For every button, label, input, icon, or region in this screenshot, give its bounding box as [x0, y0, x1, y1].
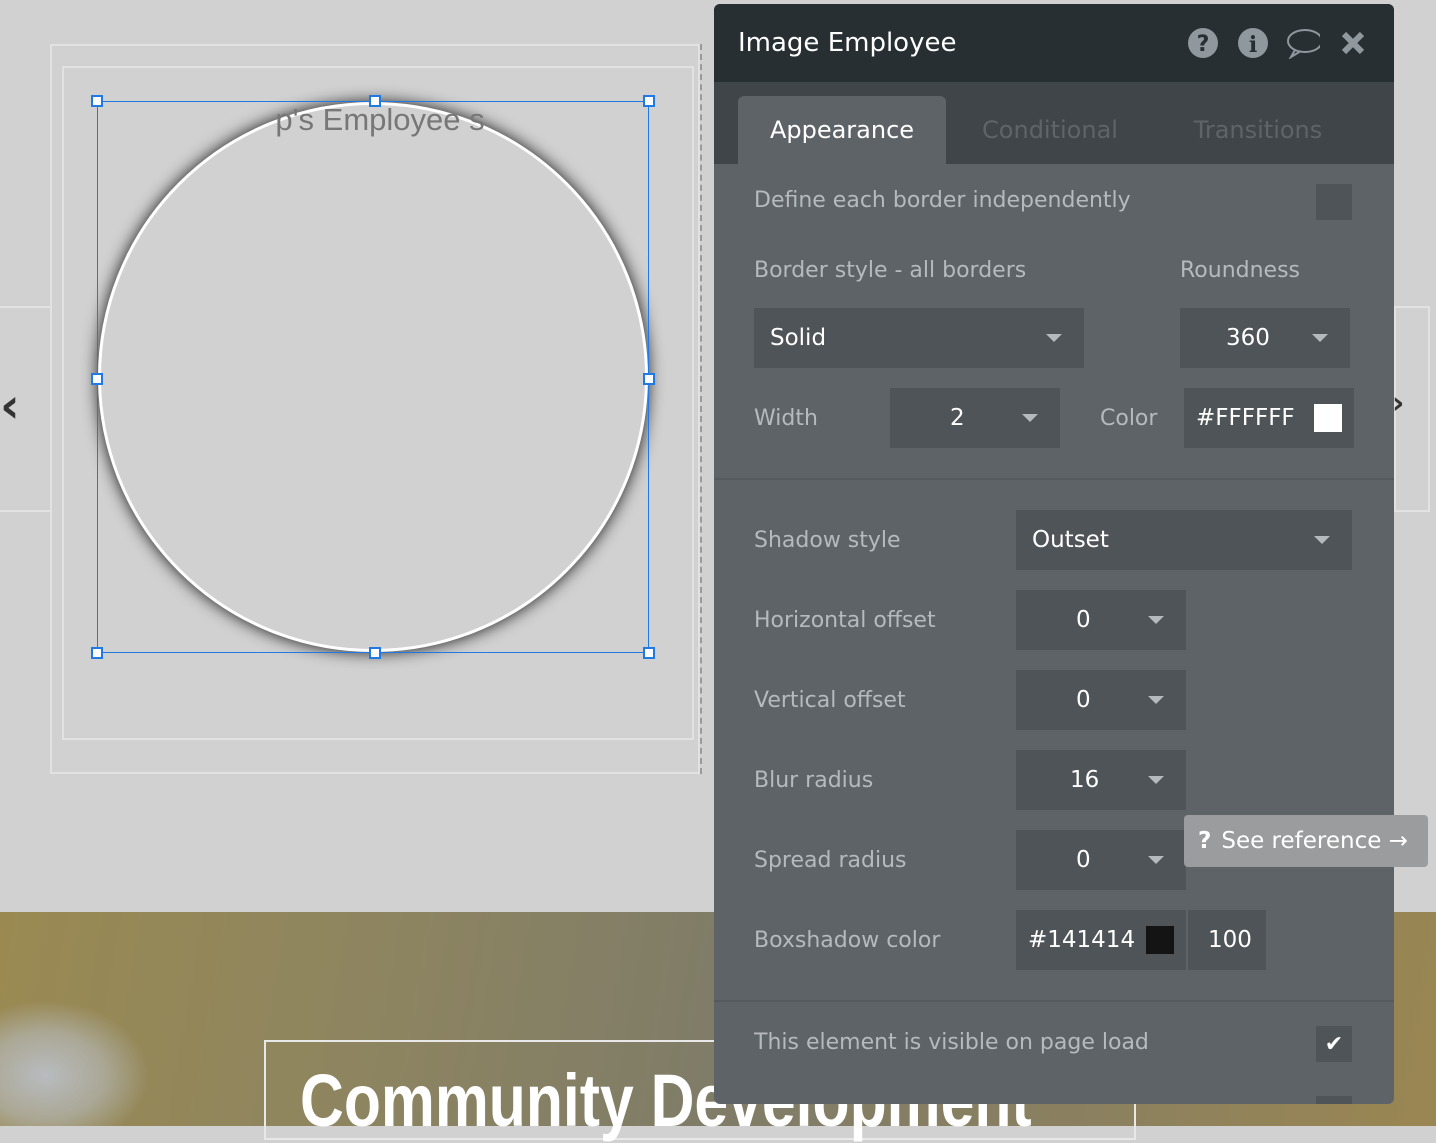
width-label: Width	[754, 406, 818, 431]
help-icon[interactable]: ?	[1186, 26, 1220, 60]
shadow-color-swatch[interactable]	[1146, 926, 1174, 954]
info-icon[interactable]: i	[1236, 26, 1270, 60]
visible-on-load-checkbox[interactable]: ✔	[1316, 1026, 1352, 1062]
spread-radius-value: 0	[1076, 847, 1091, 873]
see-reference-label: See reference →	[1221, 828, 1408, 854]
border-color-input[interactable]: #FFFFFF	[1184, 388, 1354, 448]
blur-radius-value: 16	[1070, 767, 1100, 793]
define-border-checkbox[interactable]	[1316, 184, 1352, 220]
border-style-label: Border style - all borders	[754, 258, 1027, 283]
roundness-label: Roundness	[1180, 258, 1301, 283]
border-color-value: #FFFFFF	[1196, 405, 1295, 431]
roundness-dropdown[interactable]: 360	[1180, 308, 1350, 368]
hero-cloud	[0, 1000, 150, 1126]
chevron-down-icon	[1314, 536, 1330, 544]
resize-handle-w[interactable]	[91, 373, 103, 385]
spread-radius-dropdown[interactable]: 0	[1016, 830, 1186, 890]
border-style-dropdown[interactable]: Solid	[754, 308, 1084, 368]
svg-text:i: i	[1249, 32, 1257, 58]
roundness-value: 360	[1226, 325, 1270, 351]
shadow-opacity-input[interactable]: 100	[1188, 910, 1266, 970]
shadow-style-value: Outset	[1032, 527, 1109, 553]
v-offset-dropdown[interactable]: 0	[1016, 670, 1186, 730]
property-editor-panel: Image Employee ? i Appearance Conditiona…	[714, 4, 1394, 1104]
next-checkbox[interactable]	[1316, 1096, 1352, 1104]
resize-handle-se[interactable]	[643, 647, 655, 659]
close-icon[interactable]	[1336, 26, 1370, 60]
tab-appearance[interactable]: Appearance	[738, 96, 946, 164]
spread-radius-label: Spread radius	[754, 848, 907, 873]
blur-radius-dropdown[interactable]: 16	[1016, 750, 1186, 810]
page-boundary-line	[700, 44, 702, 774]
shadow-style-dropdown[interactable]: Outset	[1016, 510, 1352, 570]
tab-conditional[interactable]: Conditional	[946, 96, 1154, 164]
define-border-label: Define each border independently	[754, 188, 1131, 213]
resize-handle-sw[interactable]	[91, 647, 103, 659]
chevron-down-icon	[1312, 334, 1328, 342]
shadow-color-input[interactable]: #141414	[1016, 910, 1186, 970]
resize-handle-nw[interactable]	[91, 95, 103, 107]
tab-transitions[interactable]: Transitions	[1154, 96, 1362, 164]
question-icon: ?	[1198, 828, 1212, 854]
v-offset-value: 0	[1076, 687, 1091, 713]
resize-handle-ne[interactable]	[643, 95, 655, 107]
panel-title: Image Employee	[738, 28, 957, 58]
h-offset-dropdown[interactable]: 0	[1016, 590, 1186, 650]
resize-handle-e[interactable]	[643, 373, 655, 385]
chevron-down-icon	[1022, 414, 1038, 422]
see-reference-tooltip[interactable]: ? See reference →	[1184, 815, 1428, 867]
color-label: Color	[1100, 406, 1158, 431]
chevron-down-icon	[1148, 856, 1164, 864]
divider	[714, 478, 1394, 480]
resize-handle-s[interactable]	[369, 647, 381, 659]
shadow-opacity-value: 100	[1208, 927, 1252, 953]
panel-header[interactable]: Image Employee ? i	[714, 4, 1394, 82]
panel-tabs: Appearance Conditional Transitions	[714, 82, 1394, 164]
comment-icon[interactable]	[1286, 26, 1320, 60]
visible-on-load-label: This element is visible on page load	[754, 1030, 1149, 1055]
shadow-color-value: #141414	[1028, 927, 1136, 953]
svg-text:?: ?	[1197, 32, 1210, 57]
blur-radius-label: Blur radius	[754, 768, 874, 793]
shadow-color-label: Boxshadow color	[754, 928, 941, 953]
chevron-down-icon	[1148, 616, 1164, 624]
h-offset-label: Horizontal offset	[754, 608, 936, 633]
chevron-down-icon	[1148, 776, 1164, 784]
shadow-style-label: Shadow style	[754, 528, 901, 553]
border-width-dropdown[interactable]: 2	[890, 388, 1060, 448]
v-offset-label: Vertical offset	[754, 688, 906, 713]
prev-arrow-icon[interactable]: ‹	[0, 378, 20, 434]
border-style-value: Solid	[770, 325, 827, 351]
checkmark-icon: ✔	[1324, 1031, 1344, 1057]
border-width-value: 2	[950, 405, 965, 431]
divider	[714, 1000, 1394, 1002]
resize-handle-n[interactable]	[369, 95, 381, 107]
selection-box	[97, 101, 649, 653]
chevron-down-icon	[1148, 696, 1164, 704]
border-color-swatch[interactable]	[1314, 404, 1342, 432]
chevron-down-icon	[1046, 334, 1062, 342]
h-offset-value: 0	[1076, 607, 1091, 633]
